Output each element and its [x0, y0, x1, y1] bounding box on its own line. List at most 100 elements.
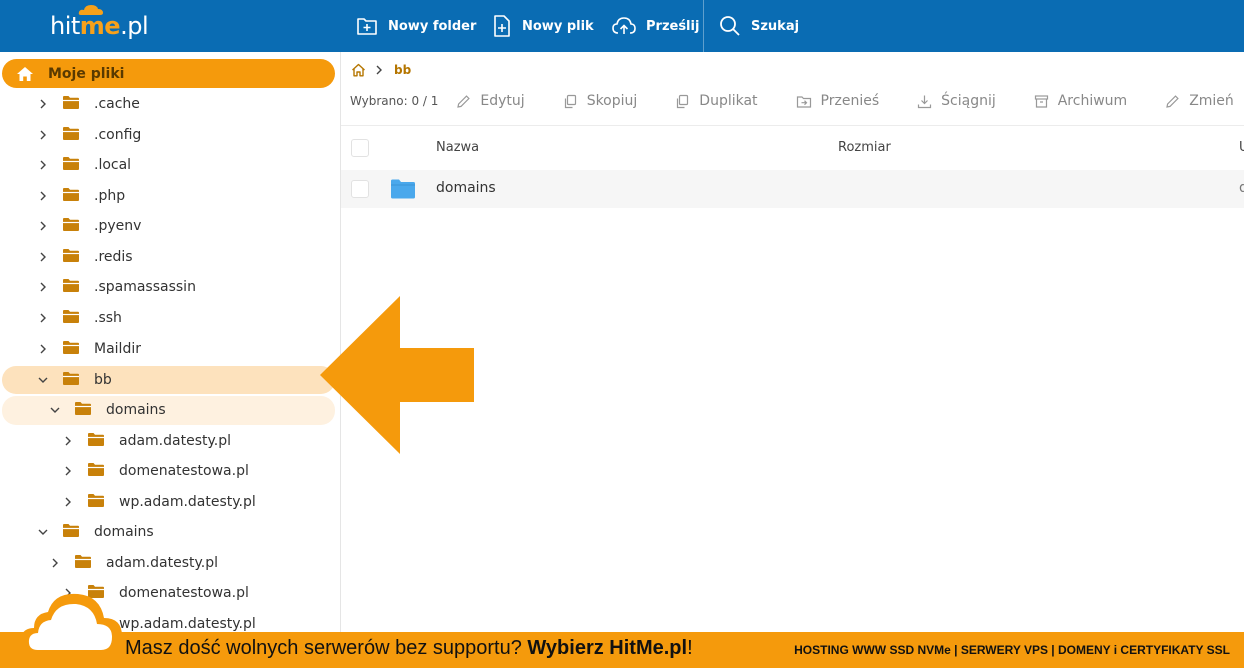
sidebar-item-label: .cache [94, 96, 140, 112]
action-bar: Wybrano: 0 / 1 Edytuj Skopiuj Duplikat P… [350, 90, 1244, 112]
row-checkbox[interactable] [351, 180, 369, 198]
sidebar-item[interactable]: domenatestowa.pl [61, 456, 249, 486]
chevron-down-icon[interactable] [36, 525, 50, 539]
home-icon[interactable] [351, 63, 366, 77]
duplicate-button[interactable]: Duplikat [675, 93, 758, 109]
rename-button[interactable]: Zmień [1165, 93, 1234, 109]
move-icon [796, 95, 811, 108]
download-icon [918, 95, 932, 108]
folder-icon [87, 462, 105, 481]
sidebar-item-label: adam.datesty.pl [119, 433, 231, 449]
cloud-logo-icon [19, 593, 122, 656]
table-row[interactable]: domains d [341, 170, 1244, 208]
row-extra: d [1239, 180, 1244, 196]
new-folder-button[interactable]: Nowy folder [356, 0, 476, 52]
download-button[interactable]: Ściągnij [917, 93, 996, 109]
sidebar-item[interactable]: .spamassassin [36, 272, 196, 302]
sidebar-item[interactable]: domains [48, 395, 166, 425]
sidebar-item[interactable]: adam.datesty.pl [61, 426, 231, 456]
folder-icon [62, 156, 80, 175]
main-panel: bb Wybrano: 0 / 1 Edytuj Skopiuj Duplika… [341, 52, 1244, 632]
sidebar-item[interactable]: wp.adam.datesty.pl [61, 487, 256, 517]
sidebar-item[interactable]: .ssh [36, 303, 122, 333]
pencil-icon [1166, 94, 1179, 108]
sidebar-item-label: .pyenv [94, 218, 142, 234]
sidebar-item-label: wp.adam.datesty.pl [119, 494, 256, 510]
sidebar-item[interactable]: .config [36, 120, 141, 150]
folder-icon [62, 126, 80, 145]
sidebar-item[interactable]: .cache [36, 89, 140, 119]
column-header-size[interactable]: Rozmiar [838, 140, 891, 155]
duplicate-icon [677, 94, 689, 108]
new-file-button[interactable]: Nowy plik [492, 0, 594, 52]
folder-icon [391, 179, 415, 199]
sidebar-item-label: domenatestowa.pl [119, 463, 249, 479]
file-plus-icon [494, 15, 510, 37]
folder-icon [74, 554, 92, 573]
folder-icon [87, 493, 105, 512]
breadcrumb: bb [351, 62, 411, 78]
sidebar-item-label: .config [94, 127, 142, 143]
edit-button[interactable]: Edytuj [456, 93, 525, 109]
footer-slogan: Masz dość wolnych serwerów bez supportu?… [125, 637, 693, 659]
annotation-arrow [320, 296, 474, 454]
sidebar-item-my-files[interactable]: Moje pliki [2, 59, 335, 88]
logo-cloud-icon [78, 5, 103, 15]
sidebar-item-label: bb [94, 372, 112, 388]
copy-button[interactable]: Skopiuj [563, 93, 637, 109]
chevron-right-icon[interactable] [48, 556, 62, 570]
footer-banner[interactable]: Masz dość wolnych serwerów bez supportu?… [0, 632, 1244, 668]
chevron-right-icon[interactable] [36, 128, 50, 142]
sidebar-item[interactable]: adam.datesty.pl [48, 548, 218, 578]
folder-icon [74, 401, 92, 420]
search-button[interactable]: Szukaj [719, 0, 799, 52]
chevron-right-icon[interactable] [36, 250, 50, 264]
row-name[interactable]: domains [436, 180, 496, 196]
chevron-down-icon[interactable] [48, 403, 62, 417]
folder-icon [62, 95, 80, 114]
sidebar-item[interactable]: Maildir [36, 334, 141, 364]
column-header-name[interactable]: Nazwa [436, 140, 479, 155]
archive-button[interactable]: Archiwum [1034, 93, 1127, 109]
sidebar-item-label: Maildir [94, 341, 141, 357]
archive-icon [1034, 94, 1048, 108]
sidebar-item-label: domains [94, 524, 154, 540]
upload-button[interactable]: Prześlij [612, 0, 699, 52]
cloud-upload-icon [612, 17, 636, 34]
chevron-right-icon[interactable] [61, 495, 75, 509]
move-button[interactable]: Przenieś [796, 93, 879, 109]
breadcrumb-current[interactable]: bb [394, 63, 411, 77]
chevron-right-icon[interactable] [36, 189, 50, 203]
sidebar-item[interactable]: .local [36, 150, 131, 180]
select-all-checkbox[interactable] [351, 139, 369, 157]
chevron-right-icon[interactable] [61, 464, 75, 478]
folder-icon [62, 187, 80, 206]
sidebar-item[interactable]: .php [36, 181, 125, 211]
folder-icon [62, 309, 80, 328]
chevron-right-icon[interactable] [61, 434, 75, 448]
sidebar-item[interactable]: .pyenv [36, 211, 141, 241]
sidebar-item[interactable]: .redis [36, 242, 133, 272]
sidebar-item-label: wp.adam.datesty.pl [119, 616, 256, 632]
pencil-icon [457, 94, 471, 108]
folder-plus-icon [357, 18, 377, 35]
chevron-right-icon[interactable] [36, 97, 50, 111]
chevron-right-icon[interactable] [36, 342, 50, 356]
sidebar-item[interactable]: bb [36, 365, 112, 395]
copy-icon [564, 94, 576, 108]
home-icon [17, 66, 33, 81]
chevron-right-icon[interactable] [36, 280, 50, 294]
chevron-right-icon[interactable] [36, 219, 50, 233]
logo[interactable]: hitme.pl [50, 5, 149, 42]
column-header-extra[interactable]: U [1239, 140, 1244, 155]
chevron-down-icon[interactable] [36, 373, 50, 387]
sidebar-item[interactable]: domains [36, 517, 154, 547]
search-icon [720, 16, 740, 36]
folder-icon [62, 217, 80, 236]
sidebar-item-label: .spamassassin [94, 279, 196, 295]
chevron-right-icon[interactable] [36, 311, 50, 325]
folder-icon [62, 340, 80, 359]
sidebar-tree: Moje pliki .cache .config .local .php .pyenv… [0, 52, 341, 632]
folder-icon [62, 248, 80, 267]
chevron-right-icon[interactable] [36, 158, 50, 172]
